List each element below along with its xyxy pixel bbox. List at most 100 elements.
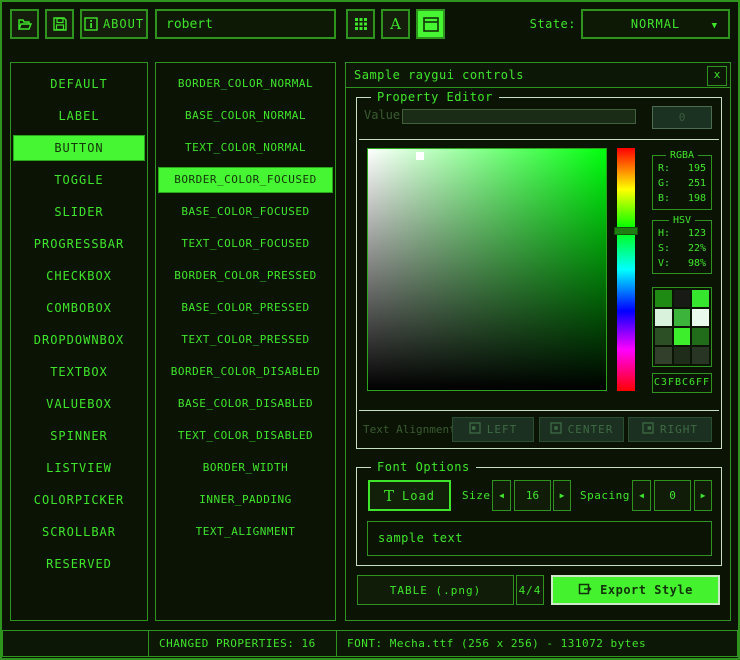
size-decrement-button[interactable]: ◀ — [492, 480, 511, 511]
font-load-button[interactable]: T Load — [368, 480, 451, 511]
list-item-base-color-pressed[interactable]: BASE_COLOR_PRESSED — [158, 295, 333, 321]
align-left-button[interactable]: LEFT — [452, 417, 534, 442]
list-item-base-color-normal[interactable]: BASE_COLOR_NORMAL — [158, 103, 333, 129]
green-value: 251 — [688, 176, 706, 191]
value-slider[interactable] — [402, 109, 636, 124]
font-options-group: Font Options T Load Size: ◀ 16 ▶ Spacing… — [356, 467, 722, 566]
swatch[interactable] — [692, 347, 709, 364]
spacing-decrement-button[interactable]: ◀ — [632, 480, 651, 511]
floppy-disk-icon — [52, 16, 68, 32]
align-right-button[interactable]: RIGHT — [628, 417, 712, 442]
hue-slider-handle[interactable] — [614, 227, 638, 235]
swatch[interactable] — [674, 347, 691, 364]
list-item-valuebox[interactable]: VALUEBOX — [13, 391, 145, 417]
align-left-button-label: LEFT — [487, 423, 518, 436]
list-item-reserved[interactable]: RESERVED — [13, 551, 145, 577]
swatch[interactable] — [655, 309, 672, 326]
align-left-icon — [469, 422, 481, 437]
open-style-button[interactable] — [10, 9, 39, 39]
list-item-border-width[interactable]: BORDER_WIDTH — [158, 455, 333, 481]
list-item-border-color-disabled[interactable]: BORDER_COLOR_DISABLED — [158, 359, 333, 385]
list-item-text-color-pressed[interactable]: TEXT_COLOR_PRESSED — [158, 327, 333, 353]
export-format-value: TABLE (.png) — [390, 584, 481, 597]
list-item-border-color-pressed[interactable]: BORDER_COLOR_PRESSED — [158, 263, 333, 289]
list-item-label[interactable]: LABEL — [13, 103, 145, 129]
swatch[interactable] — [674, 309, 691, 326]
list-item-spinner[interactable]: SPINNER — [13, 423, 145, 449]
list-item-text-alignment[interactable]: TEXT_ALIGNMENT — [158, 519, 333, 545]
color-picker-panel[interactable] — [367, 148, 607, 391]
list-item-textbox[interactable]: TEXTBOX — [13, 359, 145, 385]
close-icon[interactable]: x — [707, 66, 727, 86]
list-item-dropdownbox[interactable]: DROPDOWNBOX — [13, 327, 145, 353]
align-right-icon — [642, 422, 654, 437]
spacing-increment-button[interactable]: ▶ — [694, 480, 712, 511]
rgba-green-row: G: 251 — [653, 176, 711, 191]
sample-text-box[interactable]: sample text — [367, 521, 712, 556]
swatch[interactable] — [674, 328, 691, 345]
export-style-button-label: Export Style — [600, 583, 693, 597]
swatch[interactable] — [692, 309, 709, 326]
align-center-button-label: CENTER — [568, 423, 614, 436]
list-item-text-color-focused[interactable]: TEXT_COLOR_FOCUSED — [158, 231, 333, 257]
folder-open-icon — [17, 16, 33, 32]
list-item-button-selected[interactable]: BUTTON — [13, 135, 145, 161]
list-item-slider[interactable]: SLIDER — [13, 199, 145, 225]
controls-view-button[interactable] — [416, 9, 445, 39]
align-center-button[interactable]: CENTER — [539, 417, 624, 442]
swatch[interactable] — [655, 328, 672, 345]
list-item-listview[interactable]: LISTVIEW — [13, 455, 145, 481]
sample-text-value: sample text — [368, 522, 711, 555]
hue-slider[interactable] — [617, 148, 635, 391]
window-titlebar[interactable]: Sample raygui controls x — [346, 63, 730, 88]
list-item-border-color-normal[interactable]: BORDER_COLOR_NORMAL — [158, 71, 333, 97]
separator-line — [359, 410, 719, 411]
list-item-toggle[interactable]: TOGGLE — [13, 167, 145, 193]
swatch[interactable] — [655, 347, 672, 364]
export-style-button[interactable]: Export Style — [551, 575, 720, 605]
swatch[interactable] — [655, 290, 672, 307]
hex-color-value[interactable]: C3FBC6FF — [652, 373, 712, 393]
list-item-text-color-disabled[interactable]: TEXT_COLOR_DISABLED — [158, 423, 333, 449]
arrow-right-icon: ▶ — [560, 491, 565, 500]
window-title: Sample raygui controls — [346, 63, 730, 87]
statusbar-font-info: FONT: Mecha.ttf (256 x 256) - 131072 byt… — [336, 630, 738, 657]
style-name-input[interactable] — [155, 9, 336, 39]
controls-list: DEFAULT LABEL BUTTON TOGGLE SLIDER PROGR… — [10, 62, 148, 621]
swatch[interactable] — [692, 328, 709, 345]
hsv-hue-row: H: 123 — [653, 226, 711, 241]
size-increment-button[interactable]: ▶ — [553, 480, 571, 511]
list-item-scrollbar[interactable]: SCROLLBAR — [13, 519, 145, 545]
info-icon — [84, 17, 98, 31]
window-icon — [423, 17, 439, 32]
swatch[interactable] — [692, 290, 709, 307]
hsv-sat-row: S: 22% — [653, 241, 711, 256]
font-view-button[interactable]: A — [381, 9, 410, 39]
list-item-base-color-disabled[interactable]: BASE_COLOR_DISABLED — [158, 391, 333, 417]
list-item-inner-padding[interactable]: INNER_PADDING — [158, 487, 333, 513]
color-picker-cursor[interactable] — [416, 152, 424, 160]
list-item-combobox[interactable]: COMBOBOX — [13, 295, 145, 321]
list-item-colorpicker[interactable]: COLORPICKER — [13, 487, 145, 513]
sample-controls-window: Sample raygui controls x Property Editor… — [345, 62, 731, 621]
list-item-progressbar[interactable]: PROGRESSBAR — [13, 231, 145, 257]
properties-list: BORDER_COLOR_NORMAL BASE_COLOR_NORMAL TE… — [155, 62, 336, 621]
about-button[interactable]: ABOUT — [80, 9, 148, 39]
list-item-checkbox[interactable]: CHECKBOX — [13, 263, 145, 289]
align-right-button-label: RIGHT — [660, 423, 698, 436]
list-item-default[interactable]: DEFAULT — [13, 71, 145, 97]
export-format-button[interactable]: TABLE (.png) — [357, 575, 514, 605]
list-item-text-color-normal[interactable]: TEXT_COLOR_NORMAL — [158, 135, 333, 161]
list-item-base-color-focused[interactable]: BASE_COLOR_FOCUSED — [158, 199, 333, 225]
value-box[interactable]: 0 — [652, 106, 712, 129]
style-table-view-button[interactable] — [346, 9, 375, 39]
swatch[interactable] — [674, 290, 691, 307]
list-item-border-color-focused-selected[interactable]: BORDER_COLOR_FOCUSED — [158, 167, 333, 193]
save-style-button[interactable] — [45, 9, 74, 39]
pages-value-box[interactable]: 4/4 — [516, 575, 544, 605]
font-spacing-value[interactable]: 0 — [654, 480, 691, 511]
arrow-right-icon: ▶ — [701, 491, 706, 500]
font-options-group-label: Font Options — [371, 460, 476, 474]
state-dropdown[interactable]: NORMAL ▼ — [581, 9, 730, 39]
font-size-value[interactable]: 16 — [514, 480, 551, 511]
